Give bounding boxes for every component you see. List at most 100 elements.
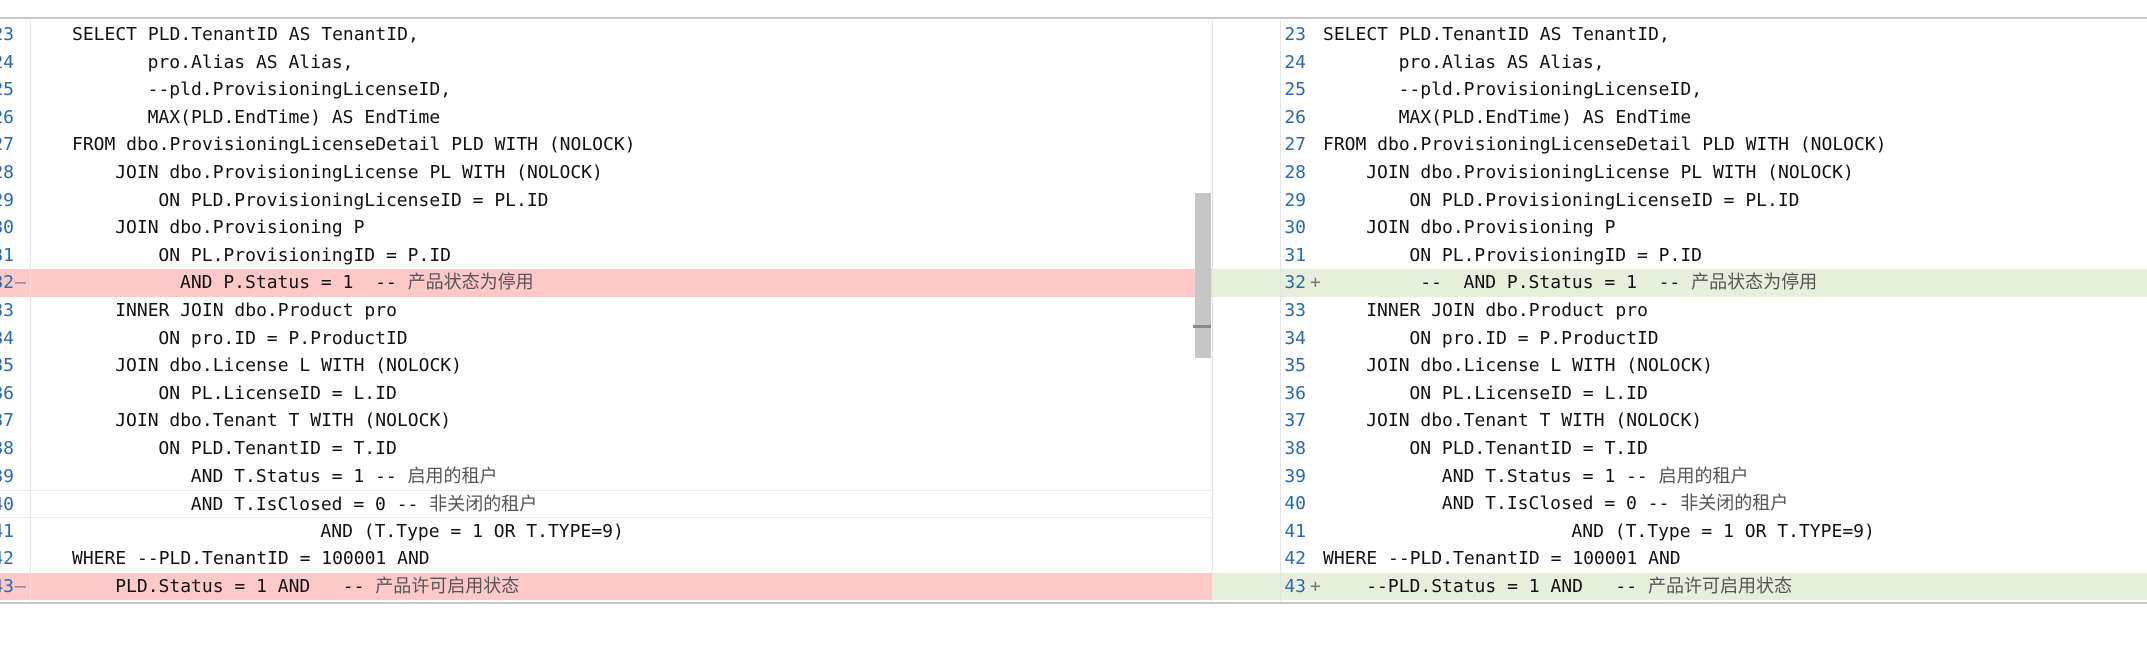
code-line[interactable]: 31 ON PL.ProvisioningID = P.ID <box>0 242 1212 270</box>
code-line[interactable]: 23 SELECT PLD.TenantID AS TenantID, <box>0 21 1212 49</box>
code-line[interactable]: 43 + --PLD.Status = 1 AND -- 产品许可启用状态 <box>1212 572 2147 601</box>
code-text[interactable]: --pld.ProvisioningLicenseID, <box>72 76 451 104</box>
line-number: 26 <box>1284 106 1306 128</box>
code-line[interactable]: 26 MAX(PLD.EndTime) AS EndTime <box>0 104 1212 132</box>
code-statement: JOIN dbo.ProvisioningLicense PL WITH (NO… <box>1366 161 1854 183</box>
code-text[interactable]: --PLD.Status = 1 AND -- 产品许可启用状态 <box>1323 573 1792 601</box>
code-text[interactable]: INNER JOIN dbo.Product pro <box>1323 297 1648 325</box>
code-text[interactable]: AND T.IsClosed = 0 -- 非关闭的租户 <box>1323 490 1788 518</box>
code-line[interactable]: 34 ON pro.ID = P.ProductID <box>0 325 1212 353</box>
code-text[interactable]: SELECT PLD.TenantID AS TenantID, <box>1323 21 1670 49</box>
code-line[interactable]: 23 SELECT PLD.TenantID AS TenantID, <box>1212 21 2147 49</box>
left-vertical-scrollbar-thumb[interactable] <box>1195 193 1211 358</box>
code-text[interactable]: PLD.Status = 1 AND -- 产品许可启用状态 <box>72 573 519 601</box>
code-text[interactable]: JOIN dbo.ProvisioningLicense PL WITH (NO… <box>1323 159 1854 187</box>
code-line[interactable]: 34 ON pro.ID = P.ProductID <box>1212 325 2147 353</box>
code-line[interactable]: 27 FROM dbo.ProvisioningLicenseDetail PLD… <box>0 131 1212 159</box>
code-text[interactable]: MAX(PLD.EndTime) AS EndTime <box>72 104 441 132</box>
line-number: 42 <box>0 548 14 570</box>
code-text[interactable]: FROM dbo.ProvisioningLicenseDetail PLD W… <box>1323 131 1887 159</box>
code-line[interactable]: 25 --pld.ProvisioningLicenseID, <box>0 76 1212 104</box>
code-text[interactable]: AND (T.Type = 1 OR T.TYPE=9) <box>1323 518 1874 546</box>
code-line[interactable]: 40 AND T.IsClosed = 0 -- 非关闭的租户 <box>0 490 1212 518</box>
code-text[interactable]: JOIN dbo.Tenant T WITH (NOLOCK) <box>72 407 451 435</box>
line-number: 36 <box>0 382 14 404</box>
code-text[interactable]: ON PLD.ProvisioningLicenseID = PL.ID <box>72 187 548 215</box>
code-text[interactable]: ON pro.ID = P.ProductID <box>72 325 407 353</box>
code-text[interactable]: AND T.Status = 1 -- 启用的租户 <box>72 463 498 491</box>
code-text[interactable]: FROM dbo.ProvisioningLicenseDetail PLD W… <box>72 131 636 159</box>
code-text[interactable]: JOIN dbo.ProvisioningLicense PL WITH (NO… <box>72 159 603 187</box>
code-line[interactable]: 42 WHERE --PLD.TenantID = 100001 AND <box>0 545 1212 573</box>
code-text[interactable]: ON PL.LicenseID = L.ID <box>72 380 396 408</box>
code-line[interactable]: 27 FROM dbo.ProvisioningLicenseDetail PLD… <box>1212 131 2147 159</box>
code-statement: ON PL.LicenseID = L.ID <box>1409 382 1648 404</box>
code-line[interactable]: 30 JOIN dbo.Provisioning P <box>1212 214 2147 242</box>
code-line[interactable]: 36 ON PL.LicenseID = L.ID <box>0 380 1212 408</box>
code-line[interactable]: 33 INNER JOIN dbo.Product pro <box>1212 297 2147 325</box>
code-line[interactable]: 24 pro.Alias AS Alias, <box>0 49 1212 77</box>
code-text[interactable]: ON PLD.ProvisioningLicenseID = PL.ID <box>1323 187 1799 215</box>
code-statement: --pld.ProvisioningLicenseID, <box>147 79 452 101</box>
code-text[interactable]: ON PL.ProvisioningID = P.ID <box>1323 242 1702 270</box>
code-text[interactable]: WHERE --PLD.TenantID = 100001 AND <box>1323 545 1681 573</box>
code-line[interactable]: 41 AND (T.Type = 1 OR T.TYPE=9) <box>0 518 1212 546</box>
code-line[interactable]: 43— PLD.Status = 1 AND -- 产品许可启用状态 <box>0 572 1212 601</box>
code-line[interactable]: 28 JOIN dbo.ProvisioningLicense PL WITH (… <box>0 159 1212 187</box>
code-text[interactable]: MAX(PLD.EndTime) AS EndTime <box>1323 104 1692 132</box>
code-line[interactable]: 28 JOIN dbo.ProvisioningLicense PL WITH (… <box>1212 159 2147 187</box>
diff-marker: + <box>1310 272 1321 294</box>
code-line[interactable]: 38 ON PLD.TenantID = T.ID <box>1212 435 2147 463</box>
code-line[interactable]: 41 AND (T.Type = 1 OR T.TYPE=9) <box>1212 518 2147 546</box>
code-line[interactable]: 37 JOIN dbo.Tenant T WITH (NOLOCK) <box>0 407 1212 435</box>
code-line[interactable]: 32 + -- AND P.Status = 1 -- 产品状态为停用 <box>1212 269 2147 297</box>
code-text[interactable]: AND T.Status = 1 -- 启用的租户 <box>1323 463 1749 491</box>
code-text[interactable]: AND (T.Type = 1 OR T.TYPE=9) <box>72 518 623 546</box>
code-line[interactable]: 40 AND T.IsClosed = 0 -- 非关闭的租户 <box>1212 490 2147 518</box>
code-statement: JOIN dbo.Provisioning P <box>115 217 365 239</box>
code-text[interactable]: --pld.ProvisioningLicenseID, <box>1323 76 1702 104</box>
code-text[interactable]: AND T.IsClosed = 0 -- 非关闭的租户 <box>72 491 537 519</box>
code-text[interactable]: INNER JOIN dbo.Product pro <box>72 297 397 325</box>
code-line[interactable]: 42 WHERE --PLD.TenantID = 100001 AND <box>1212 545 2147 573</box>
code-statement: MAX(PLD.EndTime) AS EndTime <box>147 106 441 128</box>
code-text[interactable]: pro.Alias AS Alias, <box>1323 49 1605 77</box>
code-text[interactable]: ON PL.ProvisioningID = P.ID <box>72 242 451 270</box>
code-text[interactable]: ON PLD.TenantID = T.ID <box>1323 435 1647 463</box>
code-comment: 启用的租户 <box>407 465 498 487</box>
line-number: 24 <box>0 51 14 73</box>
code-line[interactable]: 37 JOIN dbo.Tenant T WITH (NOLOCK) <box>1212 407 2147 435</box>
code-text[interactable]: JOIN dbo.Tenant T WITH (NOLOCK) <box>1323 407 1702 435</box>
code-statement: AND T.IsClosed = 0 -- <box>1441 493 1681 515</box>
code-line[interactable]: 32— AND P.Status = 1 -- 产品状态为停用 <box>0 269 1212 297</box>
code-line[interactable]: 39 AND T.Status = 1 -- 启用的租户 <box>1212 463 2147 491</box>
code-text[interactable]: JOIN dbo.Provisioning P <box>72 214 364 242</box>
code-statement: WHERE --PLD.TenantID = 100001 AND <box>72 548 430 570</box>
code-line[interactable]: 29 ON PLD.ProvisioningLicenseID = PL.ID <box>0 187 1212 215</box>
code-text[interactable]: JOIN dbo.License L WITH (NOLOCK) <box>72 352 462 380</box>
code-line[interactable]: 38 ON PLD.TenantID = T.ID <box>0 435 1212 463</box>
code-line[interactable]: 29 ON PLD.ProvisioningLicenseID = PL.ID <box>1212 187 2147 215</box>
code-text[interactable]: JOIN dbo.License L WITH (NOLOCK) <box>1323 352 1713 380</box>
code-line[interactable]: 25 --pld.ProvisioningLicenseID, <box>1212 76 2147 104</box>
right-diff-pane[interactable]: 23 SELECT PLD.TenantID AS TenantID, 24 pro.… <box>1212 21 2147 601</box>
code-text[interactable]: ON pro.ID = P.ProductID <box>1323 325 1658 353</box>
code-text[interactable]: ON PLD.TenantID = T.ID <box>72 435 396 463</box>
code-text[interactable]: WHERE --PLD.TenantID = 100001 AND <box>72 545 430 573</box>
code-line[interactable]: 26 MAX(PLD.EndTime) AS EndTime <box>1212 104 2147 132</box>
code-line[interactable]: 24 pro.Alias AS Alias, <box>1212 49 2147 77</box>
left-diff-pane[interactable]: 23 SELECT PLD.TenantID AS TenantID, 24 pro.… <box>0 21 1212 601</box>
code-text[interactable]: -- AND P.Status = 1 -- 产品状态为停用 <box>1323 269 1817 297</box>
code-line[interactable]: 35 JOIN dbo.License L WITH (NOLOCK) <box>0 352 1212 380</box>
code-line[interactable]: 33 INNER JOIN dbo.Product pro <box>0 297 1212 325</box>
code-text[interactable]: AND P.Status = 1 -- 产品状态为停用 <box>72 269 534 297</box>
code-line[interactable]: 35 JOIN dbo.License L WITH (NOLOCK) <box>1212 352 2147 380</box>
code-line[interactable]: 31 ON PL.ProvisioningID = P.ID <box>1212 242 2147 270</box>
code-line[interactable]: 36 ON PL.LicenseID = L.ID <box>1212 380 2147 408</box>
code-text[interactable]: pro.Alias AS Alias, <box>72 49 354 77</box>
code-text[interactable]: ON PL.LicenseID = L.ID <box>1323 380 1648 408</box>
code-text[interactable]: JOIN dbo.Provisioning P <box>1323 214 1615 242</box>
code-text[interactable]: SELECT PLD.TenantID AS TenantID, <box>72 21 419 49</box>
code-line[interactable]: 30 JOIN dbo.Provisioning P <box>0 214 1212 242</box>
code-line[interactable]: 39 AND T.Status = 1 -- 启用的租户 <box>0 463 1212 491</box>
